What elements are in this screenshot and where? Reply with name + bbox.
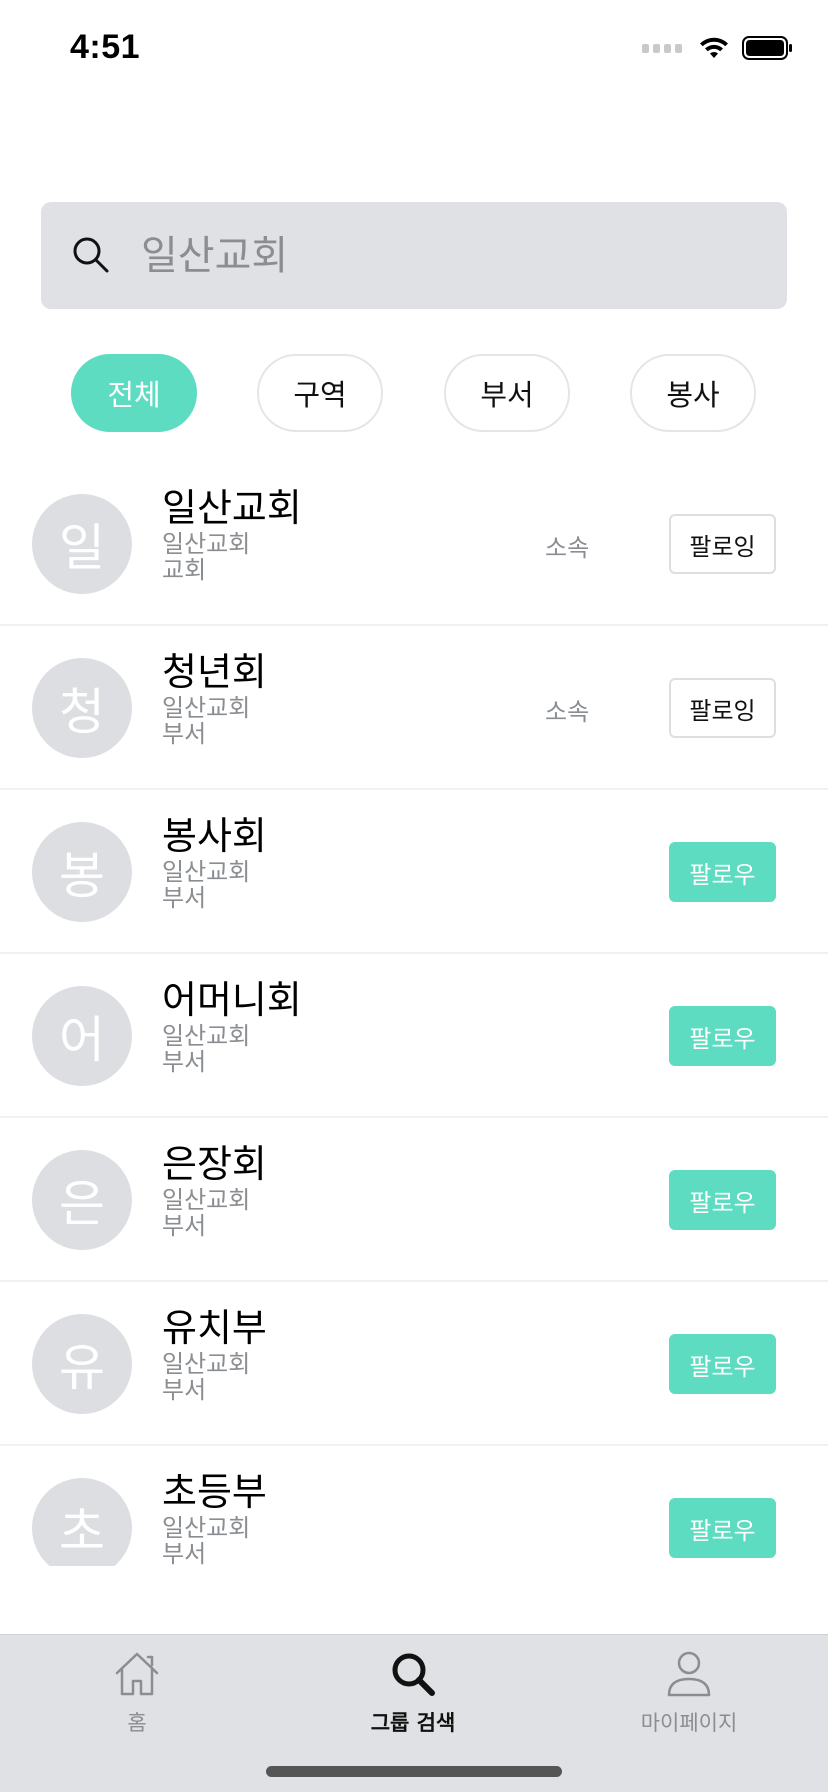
- group-church: 일산교회: [162, 1514, 251, 1542]
- list-item[interactable]: 일 일산교회 일산교회 교회 소속 팔로잉: [0, 462, 828, 626]
- group-name: 일산교회: [162, 486, 302, 530]
- list-item[interactable]: 초 초등부 일산교회 부서 팔로우: [0, 1446, 828, 1566]
- search-icon: [73, 237, 109, 273]
- affiliation-label: 소속: [545, 534, 590, 562]
- group-name: 은장회: [162, 1142, 267, 1186]
- group-type: 부서: [162, 1376, 207, 1404]
- list-item[interactable]: 은 은장회 일산교회 부서 팔로우: [0, 1118, 828, 1282]
- group-type: 부서: [162, 1212, 207, 1240]
- filter-chips: 전체 구역 부서 봉사: [0, 354, 828, 432]
- avatar: 봉: [32, 822, 132, 922]
- group-type: 부서: [162, 1540, 207, 1566]
- follow-button[interactable]: 팔로우: [669, 1006, 776, 1066]
- group-type: 부서: [162, 1048, 207, 1076]
- group-type: 부서: [162, 720, 207, 748]
- tab-group-search-label: 그룹 검색: [370, 1711, 456, 1735]
- avatar: 유: [32, 1314, 132, 1414]
- cellular-signal-icon: [642, 43, 682, 53]
- group-church: 일산교회: [162, 530, 251, 558]
- group-church: 일산교회: [162, 1186, 251, 1214]
- follow-button[interactable]: 팔로우: [669, 1498, 776, 1558]
- group-name: 봉사회: [162, 814, 267, 858]
- group-church: 일산교회: [162, 1022, 251, 1050]
- avatar: 어: [32, 986, 132, 1086]
- home-indicator: [266, 1766, 562, 1777]
- group-name: 유치부: [162, 1306, 267, 1350]
- following-button[interactable]: 팔로잉: [669, 514, 776, 574]
- status-time: 4:51: [70, 28, 141, 66]
- search-input[interactable]: [141, 226, 741, 286]
- avatar: 일: [32, 494, 132, 594]
- status-bar: 4:51: [0, 0, 828, 100]
- group-list[interactable]: 일 일산교회 일산교회 교회 소속 팔로잉 청 청년회 일산교회 부서 소속 팔…: [0, 462, 828, 1566]
- affiliation-label: 소속: [545, 698, 590, 726]
- tab-mypage[interactable]: 마이페이지: [589, 1649, 789, 1749]
- filter-chip-service[interactable]: 봉사: [630, 354, 756, 432]
- group-name: 어머니회: [162, 978, 302, 1022]
- group-name: 청년회: [162, 650, 267, 694]
- list-item[interactable]: 어 어머니회 일산교회 부서 팔로우: [0, 954, 828, 1118]
- group-type: 교회: [162, 556, 207, 584]
- group-type: 부서: [162, 884, 207, 912]
- follow-button[interactable]: 팔로우: [669, 1170, 776, 1230]
- person-icon: [667, 1651, 711, 1697]
- group-church: 일산교회: [162, 1350, 251, 1378]
- home-icon: [115, 1652, 159, 1696]
- list-item[interactable]: 유 유치부 일산교회 부서 팔로우: [0, 1282, 828, 1446]
- follow-button[interactable]: 팔로우: [669, 1334, 776, 1394]
- tab-home[interactable]: 홈: [37, 1649, 237, 1749]
- search-bar[interactable]: [41, 202, 787, 309]
- list-item[interactable]: 청 청년회 일산교회 부서 소속 팔로잉: [0, 626, 828, 790]
- group-church: 일산교회: [162, 858, 251, 886]
- search-icon: [392, 1653, 435, 1696]
- avatar: 초: [32, 1478, 132, 1566]
- group-church: 일산교회: [162, 694, 251, 722]
- filter-chip-all[interactable]: 전체: [71, 354, 197, 432]
- avatar: 은: [32, 1150, 132, 1250]
- tab-home-label: 홈: [127, 1711, 147, 1735]
- avatar: 청: [32, 658, 132, 758]
- battery-icon: [742, 36, 792, 60]
- following-button[interactable]: 팔로잉: [669, 678, 776, 738]
- tab-group-search[interactable]: 그룹 검색: [313, 1649, 513, 1749]
- status-indicators: [642, 36, 794, 60]
- list-item[interactable]: 봉 봉사회 일산교회 부서 팔로우: [0, 790, 828, 954]
- follow-button[interactable]: 팔로우: [669, 842, 776, 902]
- filter-chip-district[interactable]: 구역: [257, 354, 383, 432]
- group-name: 초등부: [162, 1470, 267, 1514]
- tab-mypage-label: 마이페이지: [640, 1711, 738, 1735]
- wifi-icon: [700, 37, 728, 58]
- filter-chip-department[interactable]: 부서: [444, 354, 570, 432]
